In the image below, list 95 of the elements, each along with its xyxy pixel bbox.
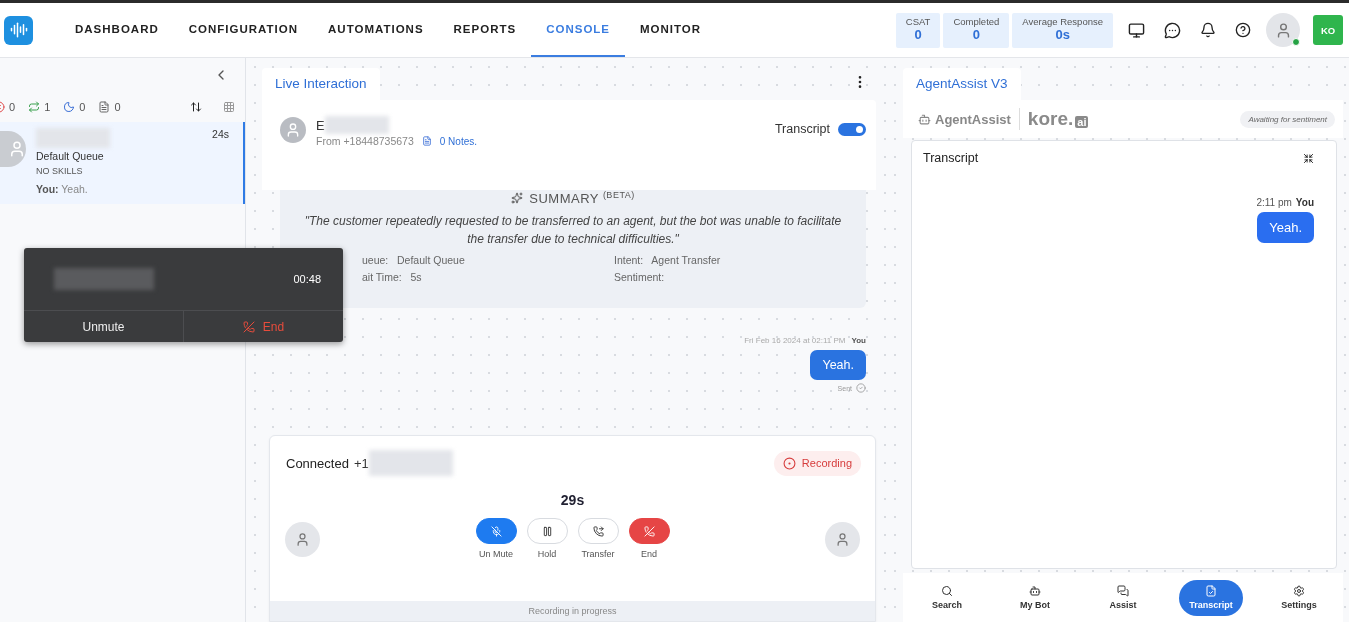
control-label: Un Mute <box>479 549 513 559</box>
summary-field: ueue: Default Queue <box>362 254 614 267</box>
call-status: Connected <box>286 455 349 471</box>
avatar-icon <box>0 131 26 167</box>
settings-icon <box>1293 585 1305 597</box>
nav-tab[interactable]: CONFIGURATION <box>173 3 313 57</box>
nav-tab[interactable]: DASHBOARD <box>60 3 174 57</box>
user-avatar[interactable] <box>1266 13 1300 47</box>
contact-avatar-icon <box>280 117 306 143</box>
kore-logo: kore. ai <box>1018 108 1089 130</box>
nav-tab[interactable]: CONSOLE <box>531 3 626 57</box>
bot-icon <box>1029 585 1041 597</box>
queue-name: Default Queue <box>36 150 105 162</box>
message-bubble: Yeah. <box>1257 212 1314 243</box>
stat-label: CSAT <box>905 15 931 27</box>
agent-avatar-icon <box>285 522 320 557</box>
phone-forward-icon <box>592 525 604 537</box>
last-message: You: Yeah. <box>36 183 89 195</box>
notes-link[interactable]: 0 Notes. <box>439 135 478 147</box>
nav-tab[interactable]: AUTOMATIONS <box>313 3 439 57</box>
summary-field: Intent: Agent Transfer <box>614 254 866 267</box>
bot-icon <box>918 112 931 126</box>
message-bubble: Yeah. <box>810 350 866 380</box>
redacted-name <box>324 116 389 134</box>
grid-icon[interactable] <box>223 101 235 113</box>
contact-name: E <box>316 117 325 133</box>
pause-icon <box>541 525 553 537</box>
collapse-view-icon[interactable] <box>1303 152 1314 164</box>
stat-label: Average Response <box>1022 15 1103 27</box>
message-time: 2:11 pm <box>1256 197 1292 208</box>
conversation-item[interactable]: Default Queue NO SKILLS You: Yeah. 24s <box>0 122 245 204</box>
bottom-nav-item[interactable]: Transcript <box>1179 579 1243 616</box>
hold-button[interactable] <box>526 518 568 544</box>
count-badge[interactable]: 0 <box>63 101 86 113</box>
count-badge[interactable]: 0 <box>0 101 16 113</box>
skills-label: NO SKILLS <box>36 166 84 176</box>
recording-badge: Recording <box>773 450 861 476</box>
nav-tab[interactable]: MONITOR <box>625 3 717 57</box>
summary-title: SUMMARY $^{(BETA)}$ <box>529 190 635 207</box>
wait-time: 24s <box>212 128 229 142</box>
chat-icon[interactable] <box>1164 21 1181 39</box>
monitor-icon[interactable] <box>1128 21 1145 39</box>
document-icon <box>1205 585 1217 597</box>
call-timer: 00:48 <box>293 273 321 285</box>
bottom-nav-item[interactable]: My Bot <box>1003 579 1067 616</box>
control-label: Hold <box>537 549 557 559</box>
note-icon <box>98 101 111 113</box>
transcript-title: Transcript <box>923 151 979 165</box>
toggle-label: Transcript <box>774 122 830 136</box>
interaction-tab[interactable]: Live Interaction <box>262 68 380 100</box>
hang-up-icon <box>643 525 655 537</box>
hang-up-icon <box>242 320 255 333</box>
stat-value: 0 <box>972 26 980 42</box>
unmute-button[interactable]: Unmute <box>24 311 183 342</box>
moon-icon <box>63 101 76 113</box>
help-icon[interactable] <box>1235 22 1251 38</box>
stat-label: Completed <box>953 15 1000 27</box>
caller-number: From +18448735673 <box>316 135 414 147</box>
bottom-nav-item[interactable]: Search <box>915 579 979 616</box>
message-sender: You <box>851 336 866 345</box>
nav-tab[interactable]: REPORTS <box>438 3 532 57</box>
summary-field: Sentiment: <box>614 271 866 284</box>
brand-label: AgentAssist <box>918 111 1011 127</box>
chat-icon <box>1117 585 1129 597</box>
stat-value: 0 <box>914 26 922 42</box>
control-label: End <box>641 549 657 559</box>
summary-text: "The customer repeatedly requested to be transferred to an agent, but the bot was unable to facilitate the transfer due to technical difficulties." <box>303 213 843 249</box>
transfer-icon <box>28 101 41 113</box>
app-logo[interactable] <box>4 15 33 45</box>
notes-icon <box>421 136 432 146</box>
control-label: Transfer <box>581 549 615 559</box>
caller-prefix: +1 <box>353 455 369 471</box>
count-badge[interactable]: 1 <box>28 101 51 113</box>
message-timestamp: Fri Feb 16 2024 at 02:11 PM <box>744 336 846 345</box>
sentiment-pill: Awaiting for sentiment <box>1240 110 1335 128</box>
end-button[interactable] <box>628 518 670 544</box>
count-badge[interactable]: 0 <box>98 101 121 113</box>
search-icon <box>941 585 953 597</box>
message-sender: You <box>1295 197 1314 208</box>
transcript-toggle[interactable] <box>838 122 866 136</box>
recording-status: Recording in progress <box>270 601 875 621</box>
bottom-nav-item[interactable]: Settings <box>1267 579 1331 616</box>
bottom-nav-item[interactable]: Assist <box>1091 579 1155 616</box>
call-duration: 29s <box>559 492 586 508</box>
bell-icon[interactable] <box>1200 22 1216 38</box>
sort-icon[interactable] <box>190 101 202 113</box>
assist-tab[interactable]: AgentAssist V3 <box>903 68 1021 100</box>
mute-button[interactable] <box>475 518 517 544</box>
stat-value: 0s <box>1055 26 1070 42</box>
ai-icon <box>511 192 524 205</box>
mic-off-icon <box>490 525 502 537</box>
summary-field: ait Time: 5s <box>362 271 614 284</box>
transfer-button[interactable] <box>577 518 619 544</box>
customer-avatar-icon <box>825 522 860 557</box>
check-icon <box>856 383 866 393</box>
